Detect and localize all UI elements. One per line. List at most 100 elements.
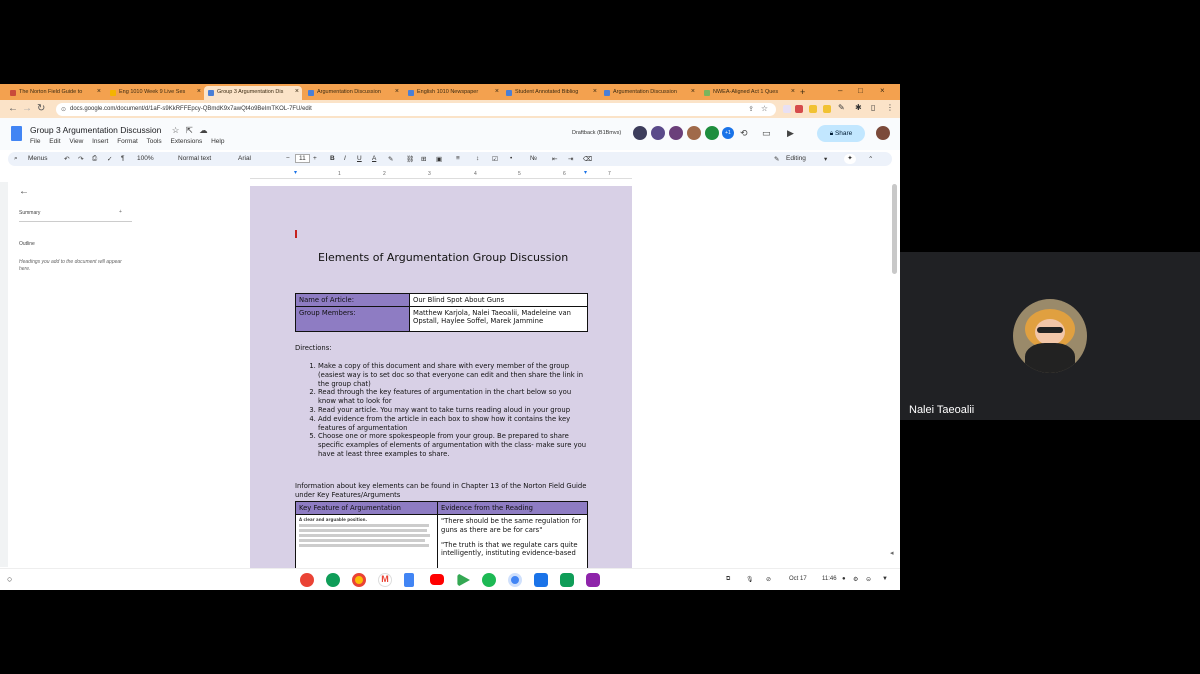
tab-eng1010[interactable]: Eng 1010 Week 9 Live Ses × (106, 86, 204, 100)
kebab-menu-icon[interactable]: ⋮ (886, 103, 894, 112)
time-label[interactable]: 11:46 (822, 576, 837, 582)
tab-norton[interactable]: The Norton Field Guide to × (6, 86, 104, 100)
maximize-icon[interactable]: □ (858, 86, 863, 95)
table-cell-label[interactable]: Name of Article: (295, 293, 410, 307)
increase-indent-icon[interactable]: ⇥ (568, 155, 573, 163)
tab-group3[interactable]: Group 3 Argumentation Dis × (204, 86, 302, 100)
menu-tools[interactable]: Tools (146, 138, 161, 145)
undo-icon[interactable]: ↶ (64, 155, 69, 163)
close-icon[interactable]: × (593, 88, 597, 95)
app-icon[interactable] (508, 573, 522, 587)
menu-extensions[interactable]: Extensions (170, 138, 202, 145)
site-info-icon[interactable]: ⊙ (61, 106, 66, 113)
menu-insert[interactable]: Insert (92, 138, 108, 145)
style-select[interactable]: Normal text (178, 155, 211, 162)
spotify-icon[interactable] (482, 573, 496, 587)
app-icon[interactable] (326, 573, 340, 587)
move-folder-icon[interactable]: ⇱ (186, 125, 193, 135)
collaborator-avatar[interactable] (669, 126, 683, 140)
highlight-icon[interactable]: ✎ (388, 155, 393, 163)
window-close-icon[interactable]: × (880, 86, 885, 95)
font-select[interactable]: Arial (238, 155, 251, 162)
back-icon[interactable]: ← (8, 103, 18, 114)
menu-view[interactable]: View (69, 138, 83, 145)
sidebar-icon[interactable]: ▯ (871, 103, 875, 112)
text-color-icon[interactable]: A (372, 155, 376, 162)
list-item[interactable]: Choose one or more spokespeople from you… (318, 432, 590, 458)
close-icon[interactable]: × (97, 88, 101, 95)
align-icon[interactable]: ≡ (456, 155, 460, 162)
menu-format[interactable]: Format (117, 138, 138, 145)
search-menus-icon[interactable]: ⌕ (14, 155, 18, 163)
puzzle-icon[interactable]: ✱ (855, 103, 862, 112)
extension-icon[interactable] (783, 105, 791, 113)
line-spacing-icon[interactable]: ↕ (476, 155, 479, 162)
tab-bibliography[interactable]: Student Annotated Bibliog × (502, 86, 600, 100)
close-icon[interactable]: × (197, 88, 201, 95)
close-icon[interactable]: × (791, 88, 795, 95)
date-label[interactable]: Oct 17 (789, 576, 807, 582)
decrease-indent-icon[interactable]: ⇤ (552, 155, 557, 163)
chrome-icon[interactable] (352, 573, 366, 587)
editing-mode-select[interactable]: Editing (786, 155, 806, 162)
right-indent-marker-icon[interactable]: ▾ (584, 169, 587, 176)
notification-icon[interactable]: ● (842, 576, 846, 582)
docs-app-icon[interactable] (404, 573, 414, 587)
star-icon[interactable]: ☆ (172, 125, 180, 135)
mic-icon[interactable]: 🎙︎ (746, 576, 754, 583)
gmail-icon[interactable]: M (378, 573, 392, 587)
link-icon[interactable]: ⛓ (406, 155, 414, 163)
collaborator-avatar[interactable] (705, 126, 719, 140)
chevron-down-icon[interactable]: ▾ (824, 155, 827, 163)
horizontal-ruler[interactable]: ▾ ▾ 1 2 3 4 5 6 7 (250, 169, 632, 179)
add-comment-icon[interactable]: ⊞ (421, 155, 426, 163)
explore-icon[interactable]: ◂ (890, 549, 894, 557)
paint-format-icon[interactable]: ¶ (121, 155, 125, 162)
collapse-toolbar-icon[interactable]: ⌃ (868, 155, 873, 163)
collaborator-avatar[interactable] (687, 126, 701, 140)
collaborator-avatar[interactable] (633, 126, 647, 140)
dnd-icon[interactable]: ⊘ (766, 576, 771, 583)
wifi-icon[interactable]: ▼ (882, 576, 888, 582)
list-item[interactable]: Read your article. You may want to take … (318, 406, 590, 415)
more-collaborators-badge[interactable]: +1 (722, 127, 734, 139)
app-icon[interactable] (586, 573, 600, 587)
add-summary-icon[interactable]: + (119, 209, 122, 215)
table-cell-value[interactable]: Matthew Karjola, Nalei Taeoalii, Madelei… (409, 306, 588, 332)
scrollbar[interactable] (892, 184, 897, 274)
table-cell-value[interactable]: Our Blind Spot About Guns (409, 293, 588, 307)
account-avatar[interactable] (876, 126, 890, 140)
redo-icon[interactable]: ↷ (78, 155, 83, 163)
feature-cell[interactable]: A clear and arguable position. (295, 514, 438, 568)
url-input[interactable]: ⊙ docs.google.com/document/d/1aF-s9KkRFF… (56, 103, 776, 116)
list-item[interactable]: Read through the key features of argumen… (318, 388, 590, 406)
back-arrow-icon[interactable]: ← (19, 186, 29, 197)
cloud-status-icon[interactable]: ☁ (199, 125, 208, 135)
bookmark-star-icon[interactable]: ☆ (761, 104, 768, 113)
document-title[interactable]: Group 3 Argumentation Discussion ☆ ⇱ ☁ (30, 125, 208, 136)
history-icon[interactable]: ⟲ (740, 128, 748, 139)
document-page[interactable]: Elements of Argumentation Group Discussi… (250, 186, 632, 568)
collaborator-avatar[interactable] (651, 126, 665, 140)
evidence-cell[interactable]: "There should be the same regulation for… (437, 514, 588, 568)
close-icon[interactable]: × (495, 88, 499, 95)
font-size-increase-icon[interactable]: + (313, 155, 317, 162)
list-item[interactable]: Make a copy of this document and share w… (318, 362, 590, 388)
insert-image-icon[interactable]: ▣ (436, 155, 442, 163)
menus-search-button[interactable]: Menus (28, 155, 48, 162)
font-size-decrease-icon[interactable]: − (286, 155, 290, 162)
tab-argumentation-2[interactable]: Argumentation Discussion × (600, 86, 698, 100)
dnd-status-icon[interactable]: ⊝ (866, 576, 871, 583)
youtube-icon[interactable] (430, 574, 444, 585)
checklist-icon[interactable]: ☑ (492, 155, 498, 163)
extension-icon[interactable] (795, 105, 803, 113)
share-button[interactable]: 🔒︎ Share (817, 125, 865, 142)
docs-logo-icon[interactable] (11, 126, 22, 141)
font-size-input[interactable]: 11 (295, 154, 310, 163)
list-item[interactable]: Add evidence from the article in each bo… (318, 415, 590, 433)
settings-gear-icon[interactable]: ⚙ (853, 576, 858, 583)
numbered-list-icon[interactable]: № (530, 155, 537, 162)
minimize-icon[interactable]: – (838, 86, 842, 95)
menu-file[interactable]: File (30, 138, 40, 145)
sheets-icon[interactable] (560, 573, 574, 587)
